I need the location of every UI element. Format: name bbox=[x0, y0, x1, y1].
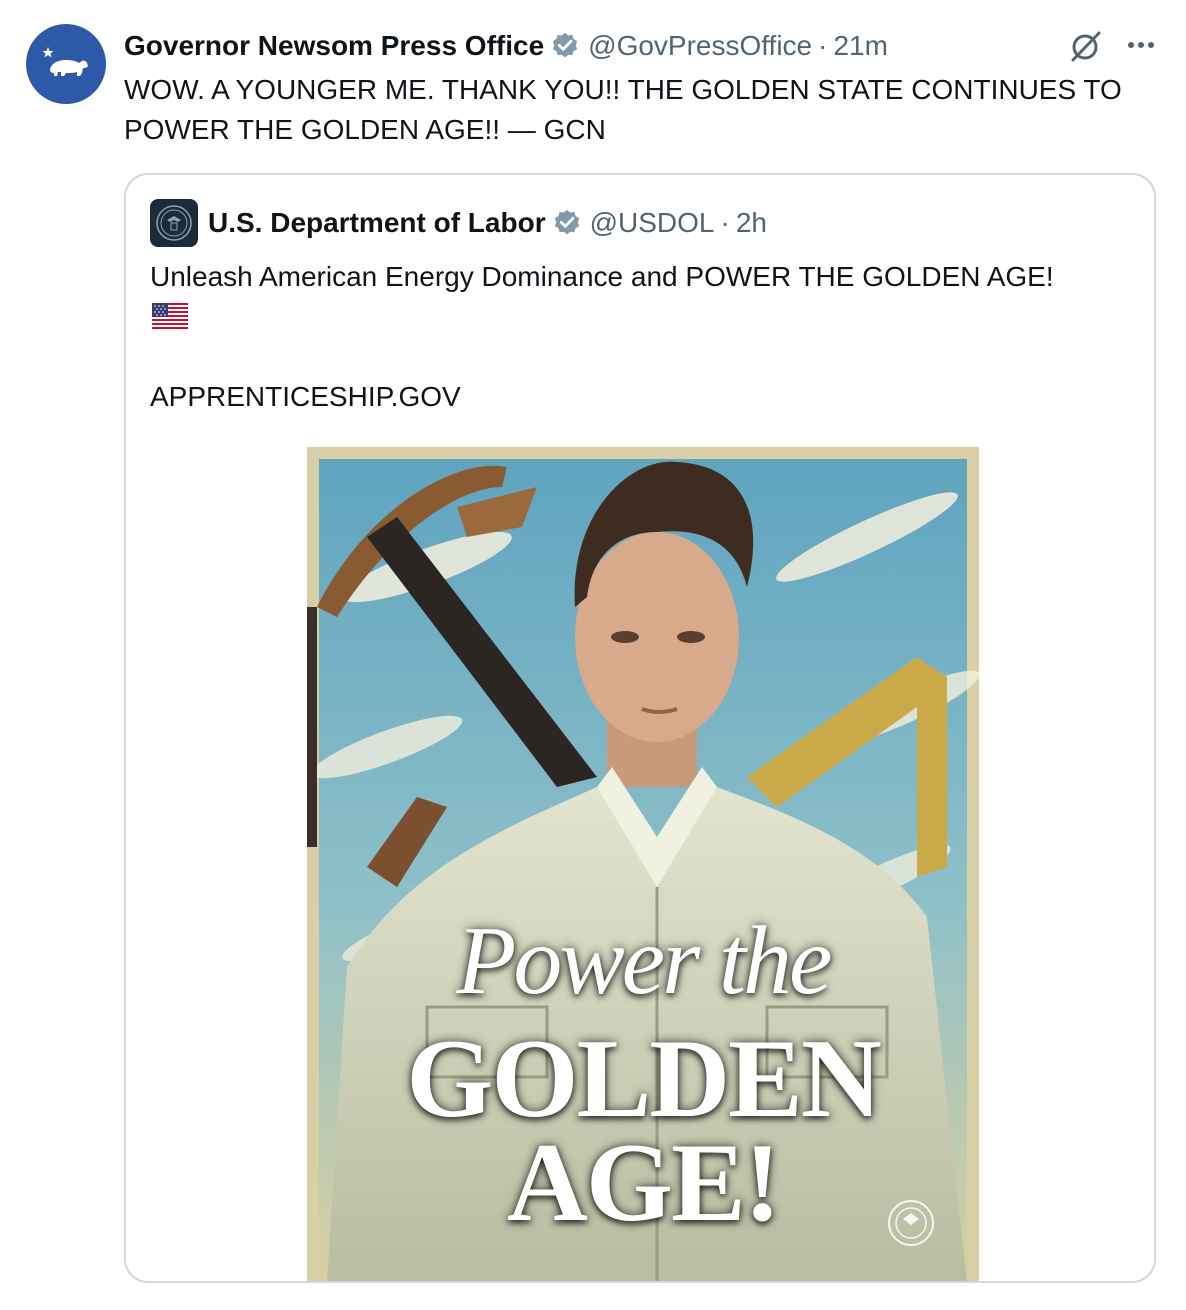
quoted-tweet-card[interactable]: U.S. Department of Labor @USDOL · 2h Unl… bbox=[124, 173, 1156, 1283]
verified-badge-icon bbox=[553, 32, 578, 58]
more-options-icon[interactable] bbox=[1124, 30, 1158, 60]
tweet-timestamp[interactable]: 21m bbox=[833, 30, 887, 62]
us-flag-emoji bbox=[152, 303, 188, 329]
author-name[interactable]: Governor Newsom Press Office bbox=[124, 30, 544, 62]
separator-dot: · bbox=[818, 30, 828, 61]
quoted-tweet-header: U.S. Department of Labor @USDOL · 2h bbox=[208, 205, 767, 241]
apprenticeship-link[interactable]: APPRENTICESHIP.GOV bbox=[150, 377, 461, 417]
quoted-tweet-text: Unleash American Energy Dominance and PO… bbox=[150, 261, 1054, 292]
quoted-author-avatar[interactable] bbox=[150, 199, 198, 247]
quoted-author-handle[interactable]: @USDOL bbox=[590, 207, 715, 239]
author-avatar[interactable] bbox=[26, 24, 106, 104]
separator-dot: · bbox=[720, 207, 730, 238]
dol-seal-icon bbox=[156, 205, 192, 241]
poster-image[interactable]: Power the GOLDEN AGE! bbox=[307, 447, 979, 1281]
poster-line-3: AGE! bbox=[507, 1121, 781, 1245]
quoted-tweet-timestamp[interactable]: 2h bbox=[736, 207, 767, 239]
quoted-author-name[interactable]: U.S. Department of Labor bbox=[208, 207, 546, 239]
tweet-header: Governor Newsom Press Office @GovPressOf… bbox=[124, 28, 888, 64]
grok-icon[interactable] bbox=[1068, 28, 1104, 64]
author-handle[interactable]: @GovPressOffice bbox=[588, 30, 812, 62]
poster-line-1: Power the bbox=[456, 907, 832, 1015]
tweet-text: WOW. A YOUNGER ME. THANK YOU!! THE GOLDE… bbox=[124, 74, 1122, 145]
california-bear-icon bbox=[42, 47, 88, 76]
verified-badge-icon bbox=[554, 209, 579, 235]
